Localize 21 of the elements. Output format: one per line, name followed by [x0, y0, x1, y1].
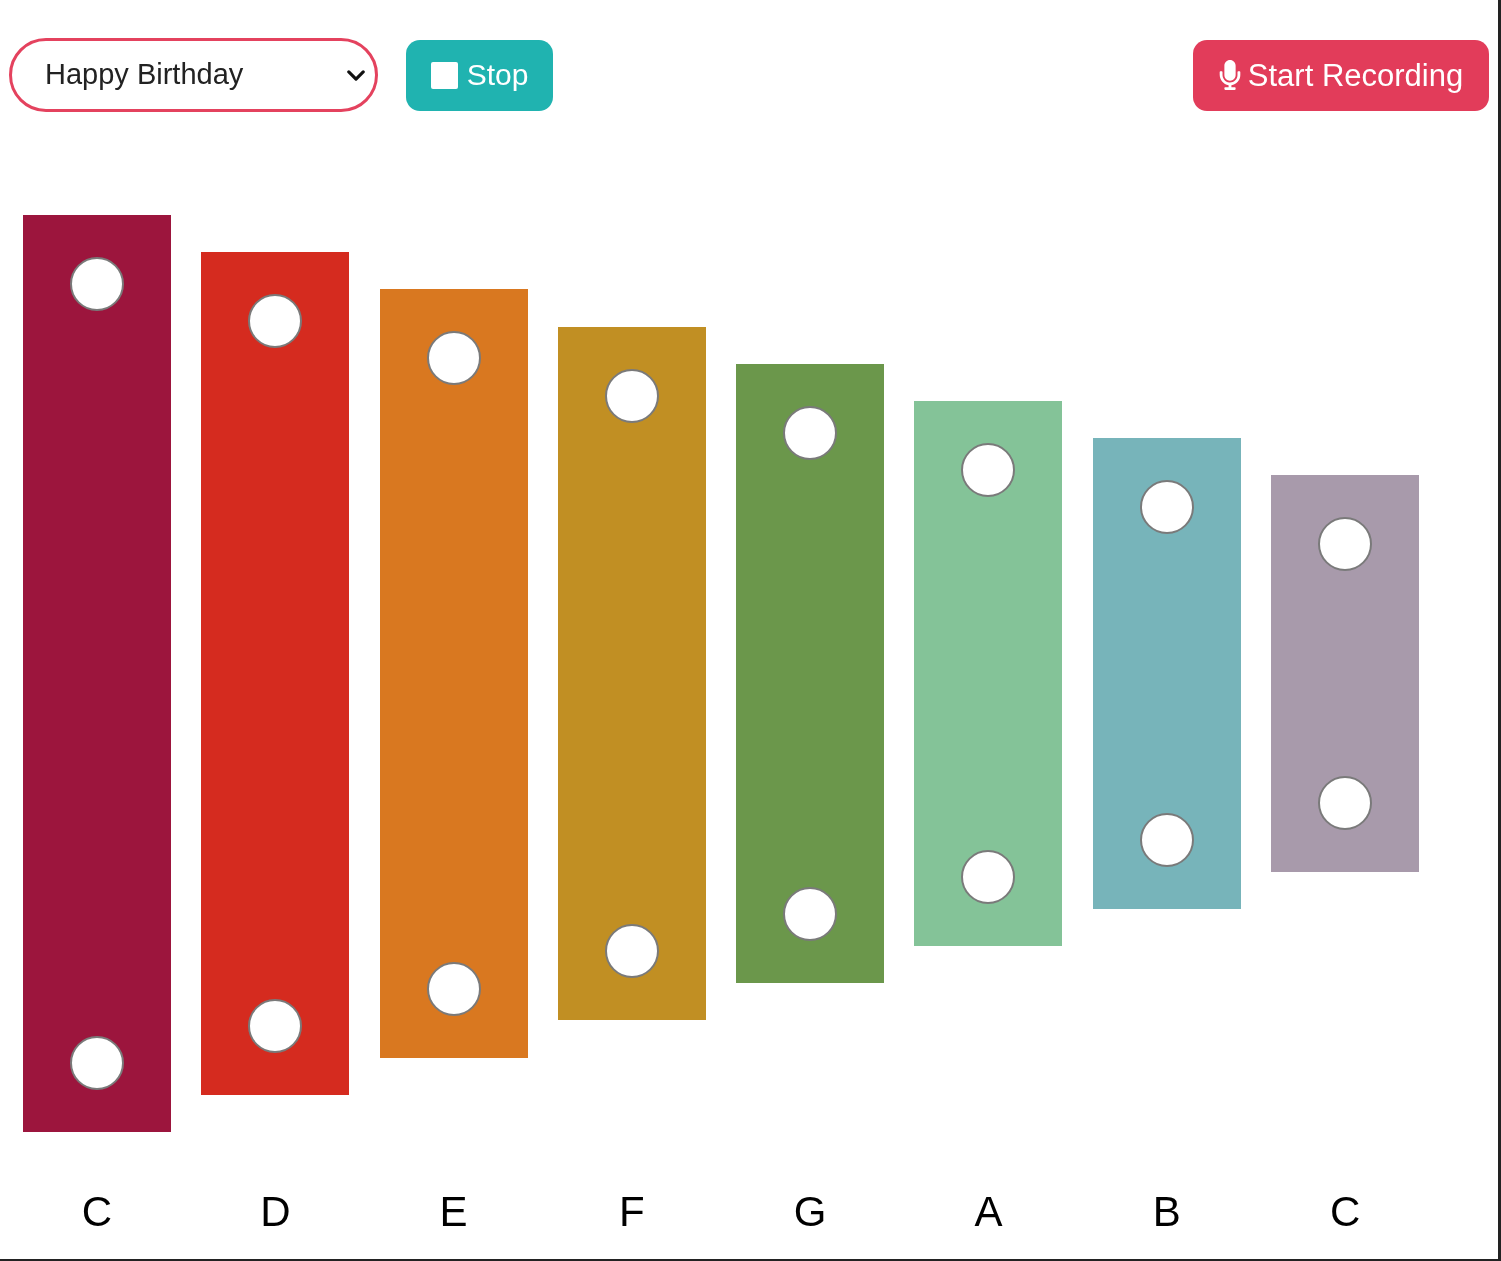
- note-label: C: [1329, 1188, 1361, 1236]
- note-label: A: [974, 1188, 1003, 1236]
- start-recording-button[interactable]: Start Recording: [1193, 39, 1489, 111]
- hole-icon: [70, 1036, 124, 1090]
- hole-icon: [70, 257, 124, 311]
- stop-icon: [430, 61, 458, 89]
- note-label: E: [439, 1188, 468, 1236]
- note-label: D: [260, 1188, 291, 1236]
- chevron-down-icon: [347, 69, 365, 81]
- xylophone-bar[interactable]: [736, 363, 885, 984]
- xylophone-bar[interactable]: [23, 215, 171, 1132]
- note-label: G: [793, 1188, 827, 1236]
- song-select[interactable]: Happy Birthday: [9, 38, 378, 112]
- note-label: B: [1152, 1188, 1181, 1236]
- note-label: C: [81, 1188, 113, 1236]
- hole-icon: [961, 850, 1016, 904]
- microphone-icon: [1218, 60, 1241, 90]
- hole-icon: [961, 443, 1016, 497]
- stop-button[interactable]: Stop: [406, 39, 553, 111]
- xylophone-bar[interactable]: [201, 252, 350, 1095]
- note-label: F: [619, 1188, 645, 1236]
